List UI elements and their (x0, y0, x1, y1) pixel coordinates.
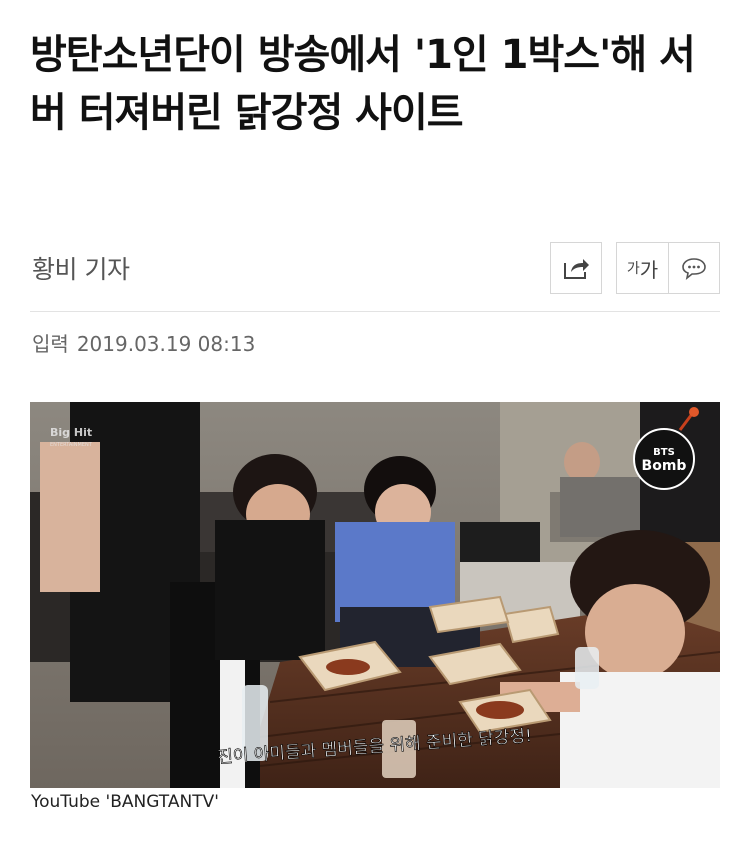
badge-line2: Bomb (642, 458, 687, 474)
reporter-name: 황비 기자 (32, 255, 130, 284)
font-size-button[interactable]: 가가 (616, 242, 668, 294)
photo-caption: YouTube 'BANGTANTV' (31, 792, 219, 812)
article-photo: Big Hit ENTERTAINMENT BTS Bomb 진이 아미들과 멤… (30, 402, 720, 788)
comment-icon (682, 258, 706, 280)
byline-divider (30, 311, 720, 312)
photo-scene: Big Hit ENTERTAINMENT BTS Bomb 진이 아미들과 멤… (30, 402, 720, 788)
bighit-logo: Big Hit (50, 426, 92, 439)
comment-button[interactable] (668, 242, 720, 294)
font-small-label: 가 (626, 261, 640, 277)
share-icon (564, 259, 589, 279)
bighit-logo-sub: ENTERTAINMENT (50, 442, 93, 448)
publish-date: 입력 2019.03.19 08:13 (32, 328, 263, 357)
font-large-label: 가 (639, 257, 659, 282)
date-value: 2019.03.19 08:13 (76, 332, 256, 356)
date-label: 입력 (32, 332, 69, 356)
byline-row: 황비 기자 가가 (30, 242, 720, 294)
share-button[interactable] (550, 242, 602, 294)
font-size-group: 가가 (616, 242, 720, 294)
article-tools: 가가 (550, 242, 720, 294)
badge-line1: BTS (653, 447, 675, 458)
article-title: 방탄소년단이 방송에서 '1인 1박스'해 서버 터져버린 닭강정 사이트 (30, 32, 696, 136)
